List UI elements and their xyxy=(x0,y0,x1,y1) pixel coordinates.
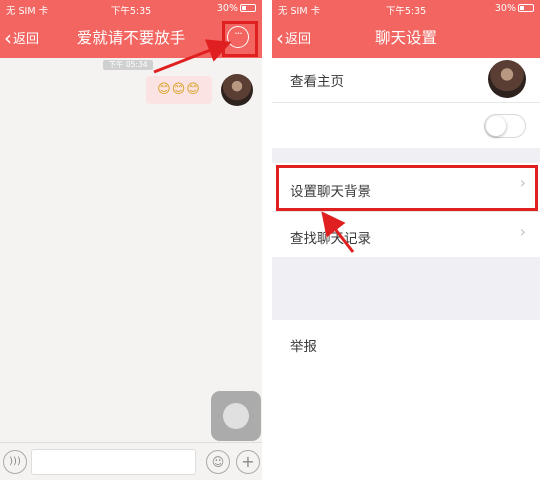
contact-avatar[interactable] xyxy=(488,60,526,98)
settings-header: 无 SIM 卡 下午5:35 30% ‹返回 聊天设置 xyxy=(272,0,540,58)
screenshot-pair: 无 SIM 卡 下午5:35 30% ‹返回 爱就请不要放手 ··· 下午 05… xyxy=(0,0,540,480)
more-button-highlight xyxy=(222,21,258,57)
emoji-icon[interactable]: ☺ xyxy=(206,450,230,474)
settings-navbar: ‹返回 聊天设置 xyxy=(272,20,540,54)
assistive-touch-button[interactable] xyxy=(211,391,261,441)
battery-percent: 30% xyxy=(494,3,516,14)
battery-indicator: 30% xyxy=(217,3,256,14)
battery-percent: 30% xyxy=(216,3,238,14)
plus-icon[interactable]: + xyxy=(236,450,260,474)
report-label[interactable]: 举报 xyxy=(290,335,317,355)
user-avatar[interactable] xyxy=(221,74,253,106)
profile-settings-group: 查看主页 xyxy=(272,58,540,148)
row-divider xyxy=(272,102,540,103)
voice-icon[interactable]: ))) xyxy=(3,450,27,474)
battery-indicator: 30% xyxy=(495,3,534,14)
row-divider xyxy=(272,211,540,212)
find-chat-history-label[interactable]: 查找聊天记录 xyxy=(290,227,371,247)
chat-settings-screen: 无 SIM 卡 下午5:35 30% ‹返回 聊天设置 查看主页 设置聊天背景 … xyxy=(272,0,540,480)
battery-icon xyxy=(518,4,534,12)
report-group: 举报 xyxy=(272,320,540,480)
chat-screen: 无 SIM 卡 下午5:35 30% ‹返回 爱就请不要放手 ··· 下午 05… xyxy=(0,0,262,480)
battery-icon xyxy=(240,4,256,12)
status-bar: 无 SIM 卡 下午5:35 30% xyxy=(272,3,540,17)
settings-title: 聊天设置 xyxy=(374,29,437,47)
settings-toggle[interactable] xyxy=(484,114,526,138)
background-row-highlight xyxy=(276,165,538,211)
view-homepage-label[interactable]: 查看主页 xyxy=(290,70,344,90)
status-bar: 无 SIM 卡 下午5:35 30% xyxy=(0,3,262,17)
message-input[interactable] xyxy=(31,449,196,475)
message-bubble: 😊😊😊 xyxy=(146,76,212,104)
message-input-bar: ))) ☺ + xyxy=(0,442,262,480)
chevron-right-icon: › xyxy=(519,222,526,241)
message-timestamp: 下午 05:34 xyxy=(103,60,153,70)
